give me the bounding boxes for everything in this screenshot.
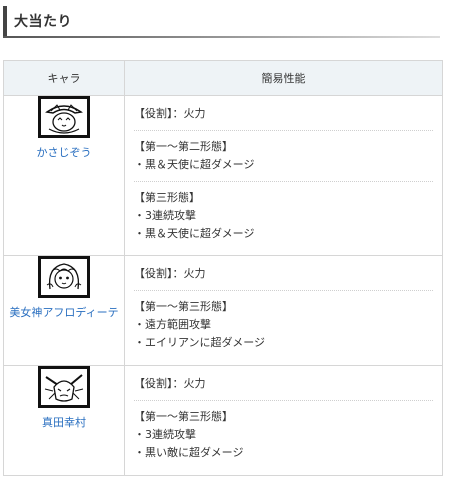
ability-item: ・3連続攻撃 (134, 428, 196, 441)
header-character: キャラ (3, 60, 125, 96)
block-title: 【第一～第三形態】 (134, 410, 233, 423)
sanada-yukimura-portrait-icon[interactable] (38, 366, 90, 408)
header-performance: 簡易性能 (124, 60, 443, 96)
ability-item: ・黒＆天使に超ダメージ (134, 227, 255, 240)
role-block: 【役割】：火力 (134, 262, 433, 290)
table-row: かさじぞう 【役割】：火力 【第一～第二形態】 ・黒＆天使に超ダメージ 【第三形… (3, 95, 443, 256)
performance-cell: 【役割】：火力 【第一～第三形態】 ・遠方範囲攻撃 ・エイリアンに超ダメージ (124, 255, 443, 366)
block-title: 【第三形態】 (134, 191, 200, 204)
role-block: 【役割】：火力 (134, 372, 433, 400)
performance-cell: 【役割】：火力 【第一～第二形態】 ・黒＆天使に超ダメージ 【第三形態】 ・3連… (124, 95, 443, 256)
section-title: 大当たり (14, 14, 72, 30)
form-block: 【第一～第三形態】 ・遠方範囲攻撃 ・エイリアンに超ダメージ (134, 290, 433, 359)
block-title: 【役割】：火力 (134, 377, 206, 390)
gacha-table: キャラ 簡易性能 かさじぞう 【役割】：火力 【第一～第二形態】 ・黒＆天使に超… (3, 60, 443, 476)
unit-name-link[interactable]: 真田幸村 (42, 414, 86, 431)
block-title: 【役割】：火力 (134, 267, 206, 280)
unit-cell: 美女神アフロディーテ (3, 255, 125, 366)
block-title: 【第一～第二形態】 (134, 140, 233, 153)
aphrodite-portrait-icon[interactable] (38, 256, 90, 298)
heading-accent-bar (3, 6, 7, 38)
unit-cell: かさじぞう (3, 95, 125, 256)
table-row: 美女神アフロディーテ 【役割】：火力 【第一～第三形態】 ・遠方範囲攻撃 ・エイ… (3, 255, 443, 366)
form-block: 【第一～第三形態】 ・3連続攻撃 ・黒い敵に超ダメージ (134, 400, 433, 469)
form-block: 【第一～第二形態】 ・黒＆天使に超ダメージ (134, 130, 433, 181)
table-header-row: キャラ 簡易性能 (3, 60, 443, 96)
ability-item: ・3連続攻撃 (134, 209, 196, 222)
block-title: 【第一～第三形態】 (134, 300, 233, 313)
ability-item: ・黒い敵に超ダメージ (134, 446, 244, 459)
performance-cell: 【役割】：火力 【第一～第三形態】 ・3連続攻撃 ・黒い敵に超ダメージ (124, 365, 443, 476)
role-block: 【役割】：火力 (134, 102, 433, 130)
kasajizo-portrait-icon[interactable] (38, 96, 90, 138)
ability-item: ・エイリアンに超ダメージ (134, 336, 266, 349)
unit-cell: 真田幸村 (3, 365, 125, 476)
ability-item: ・遠方範囲攻撃 (134, 318, 211, 331)
section-heading: 大当たり (3, 6, 440, 38)
block-title: 【役割】：火力 (134, 107, 206, 120)
ability-item: ・黒＆天使に超ダメージ (134, 158, 255, 171)
heading-underline (3, 36, 440, 38)
unit-name-link[interactable]: 美女神アフロディーテ (9, 304, 118, 321)
table-row: 真田幸村 【役割】：火力 【第一～第三形態】 ・3連続攻撃 ・黒い敵に超ダメージ (3, 365, 443, 476)
unit-name-link[interactable]: かさじぞう (37, 144, 92, 161)
form-block: 【第三形態】 ・3連続攻撃 ・黒＆天使に超ダメージ (134, 181, 433, 250)
